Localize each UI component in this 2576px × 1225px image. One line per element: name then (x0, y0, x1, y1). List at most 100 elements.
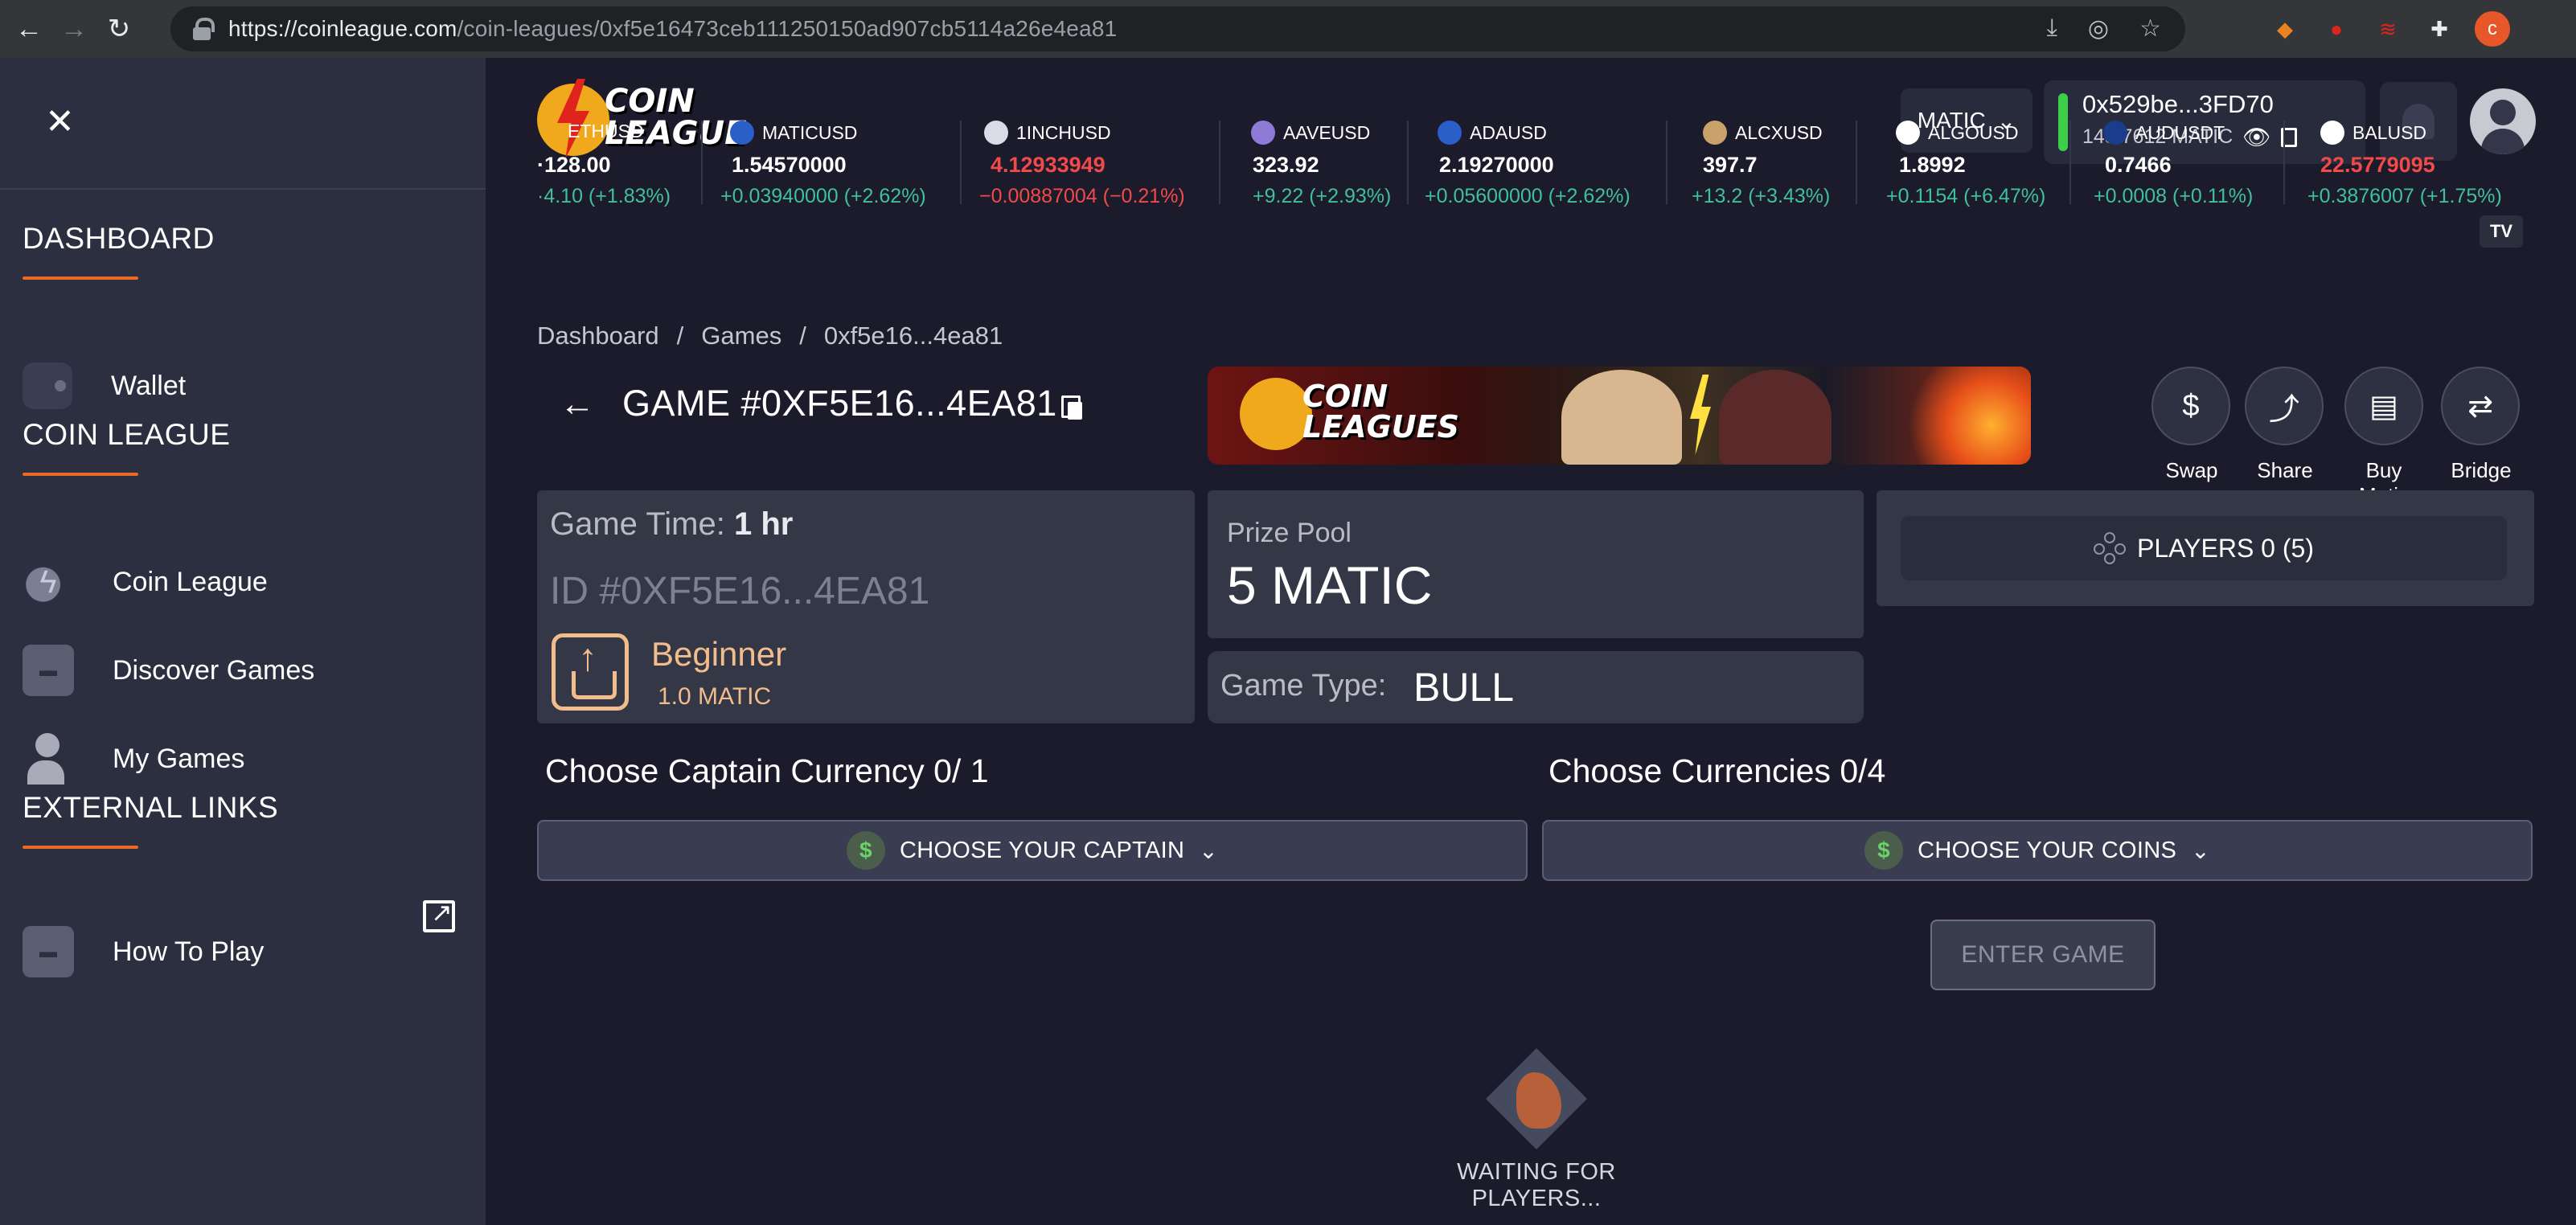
coin-league-icon: ϟ (23, 556, 74, 608)
ticker-divider (1407, 121, 1409, 204)
extension-icon-red[interactable]: ● (2320, 13, 2352, 45)
game-type-label: Game Type: (1220, 669, 1387, 703)
players-button[interactable]: PLAYERS 0 (5) (1901, 516, 2507, 580)
section-title-coin-league: COIN LEAGUE (23, 418, 231, 451)
ticker-price: 1.54570000 (732, 153, 847, 177)
waiting-players-icon (1486, 1048, 1587, 1149)
breadcrumb-dashboard[interactable]: Dashboard (537, 322, 659, 350)
ticker-divider (1666, 121, 1667, 204)
ticker-divider (1219, 121, 1220, 204)
game-info-card: Game Time: 1 hr ID #0XF5E16...4EA81 Begi… (537, 490, 1195, 723)
url-host: https://coinleague.com (228, 16, 457, 41)
swap-button[interactable]: $ Swap (2151, 367, 2232, 483)
bridge-icon: ⇄ (2441, 367, 2520, 445)
sidebar-item-wallet[interactable]: Wallet (23, 354, 186, 418)
section-underline (23, 473, 138, 476)
back-icon[interactable]: ← (13, 13, 45, 45)
game-level: Beginner (651, 635, 787, 673)
prize-pool-value: 5 MATIC (1227, 555, 1433, 615)
section-title-dashboard: DASHBOARD (23, 222, 215, 255)
ticker-price: 1.8992 (1899, 153, 1966, 177)
url-path: /coin-leagues/0xf5e16473ceb111250150ad90… (457, 16, 1118, 41)
bridge-button[interactable]: ⇄ Bridge (2441, 367, 2521, 483)
breadcrumb-separator: / (799, 322, 806, 350)
ticker-change: +13.2 (+3.43%) (1692, 185, 1831, 207)
sidebar-item-coin-league[interactable]: ϟ Coin League (23, 550, 268, 614)
coin-leagues-banner[interactable]: COIN LEAGUES (1208, 367, 2031, 465)
profile-avatar[interactable]: c (2475, 11, 2510, 47)
banner-bolt (1690, 375, 1711, 455)
ticker-price: 397.7 (1703, 153, 1758, 177)
wallet-address: 0x529be...3FD70 (2082, 90, 2274, 118)
ada-flag-icon (1438, 121, 1462, 145)
back-arrow-icon[interactable]: ← (560, 384, 595, 424)
external-link-icon[interactable] (423, 897, 455, 932)
sidebar-item-my-games[interactable]: My Games (23, 727, 244, 791)
players-icon (2094, 532, 2127, 564)
dollar-icon: $ (846, 831, 885, 870)
game-time-value: 1 hr (733, 506, 794, 542)
players-card: PLAYERS 0 (5) (1877, 490, 2534, 606)
eye-icon[interactable]: 👁 (2242, 124, 2271, 150)
extensions-puzzle-icon[interactable]: ✚ (2423, 13, 2455, 45)
ticker-symbol: ADAUSD (1470, 121, 1547, 143)
entry-amount: 1.0 MATIC (658, 683, 772, 710)
1inch-flag-icon (984, 121, 1008, 145)
bookmark-star-icon[interactable]: ☆ (2139, 14, 2161, 43)
action-label: Swap (2165, 458, 2218, 482)
url-text[interactable]: https://coinleague.com/coin-leagues/0xf5… (228, 16, 1117, 42)
section-underline (23, 277, 138, 280)
ticker-price: 323.92 (1253, 153, 1319, 177)
matic-flag-icon (730, 121, 754, 145)
sidebar-item-label: Discover Games (113, 654, 315, 686)
ticker-symbol: 1INCHUSD (1016, 121, 1111, 143)
address-bar[interactable]: https://coinleague.com/coin-leagues/0xf5… (170, 6, 2185, 51)
user-avatar-icon[interactable] (2470, 88, 2536, 154)
ticker-price: 2.19270000 (1439, 153, 1554, 177)
chevron-down-icon: ⌄ (2191, 838, 2210, 863)
buy-matic-button[interactable]: ▤ Buy Matic (2340, 367, 2428, 508)
sidebar-item-label: How To Play (113, 936, 265, 967)
metamask-extension-icon[interactable]: ◆ (2269, 13, 2301, 45)
choose-coins-label: CHOOSE YOUR COINS (1918, 837, 2177, 863)
algo-flag-icon (1896, 121, 1920, 145)
lock-icon[interactable] (193, 18, 215, 40)
install-icon[interactable]: ⤓ (2047, 14, 2057, 43)
action-label: Bridge (2451, 458, 2512, 482)
sidebar-item-discover-games[interactable]: ▬ Discover Games (23, 638, 314, 703)
my-games-icon (23, 733, 74, 785)
logo-bolt (537, 84, 609, 156)
aud-flag-icon (2103, 121, 2127, 145)
copy-icon[interactable] (1061, 395, 1082, 420)
game-id: ID #0XF5E16...4EA81 (550, 570, 930, 612)
close-icon[interactable]: ✕ (45, 104, 75, 140)
ticker-change: +0.1154 (+6.47%) (1886, 185, 2046, 207)
breadcrumb-games[interactable]: Games (701, 322, 781, 350)
tradingview-logo-icon[interactable]: TV (2480, 215, 2523, 248)
tracking-icon[interactable]: ◎ (2088, 14, 2109, 43)
choose-coins-button[interactable]: $ CHOOSE YOUR COINS ⌄ (1542, 820, 2533, 881)
coin-league-logo[interactable]: COIN LEAGUE (537, 72, 754, 161)
enter-game-button[interactable]: ENTER GAME (1930, 920, 2156, 990)
forward-icon[interactable]: → (58, 13, 90, 45)
how-to-play-icon: ▬ (23, 926, 74, 977)
page-title: GAME #0XF5E16...4EA81 (622, 383, 1057, 424)
breadcrumb-separator: / (676, 322, 684, 350)
breadcrumb: Dashboard / Games / 0xf5e16...4ea81 (537, 322, 1003, 350)
reload-icon[interactable]: ↻ (103, 13, 135, 45)
sidebar-item-label: My Games (113, 743, 245, 774)
share-button[interactable]: ⤴ Share (2245, 367, 2325, 483)
banner-character (1561, 370, 1682, 465)
ticker-symbol: AUDUSDT (2135, 121, 2225, 143)
banner-character (1719, 370, 1832, 465)
extension-icon-stack[interactable]: ≋ (2372, 13, 2404, 45)
section-underline (23, 846, 138, 849)
choose-captain-button[interactable]: $ CHOOSE YOUR CAPTAIN ⌄ (537, 820, 1528, 881)
sidebar-item-how-to-play[interactable]: ▬ How To Play (23, 920, 264, 984)
aave-flag-icon (1251, 121, 1275, 145)
ticker-divider (701, 121, 703, 204)
ticker-change: ·4.10 (+1.83%) (537, 185, 671, 207)
alcx-flag-icon (1703, 121, 1727, 145)
prize-pool-label: Prize Pool (1227, 518, 1352, 548)
ticker-price: ·128.00 (537, 153, 611, 177)
